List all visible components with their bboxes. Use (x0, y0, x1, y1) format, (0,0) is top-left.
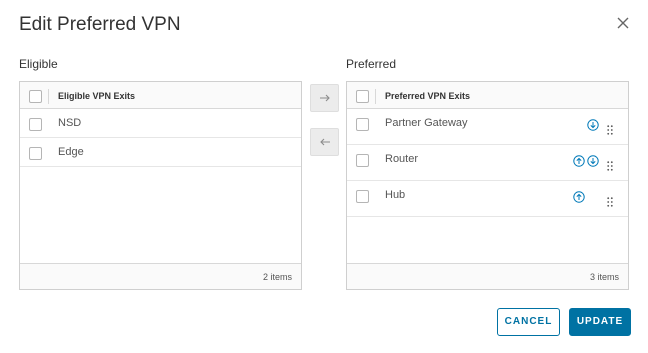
eligible-list-footer: 2 items (20, 263, 301, 289)
eligible-row-nsd[interactable]: NSD (20, 109, 301, 138)
arrow-right-icon (320, 94, 330, 102)
edit-preferred-vpn-dialog: Edit Preferred VPN Eligible Eligible VPN… (0, 0, 648, 353)
preferred-row-router[interactable]: Router (347, 145, 628, 181)
preferred-row-partner-gateway[interactable]: Partner Gateway (347, 109, 628, 145)
row-label: Hub (385, 189, 406, 201)
row-checkbox[interactable] (29, 147, 42, 160)
arrow-down-circle-icon[interactable] (587, 154, 599, 167)
header-divider (48, 89, 49, 104)
drag-handle-icon[interactable] (607, 158, 613, 171)
dialog-title: Edit Preferred VPN (19, 14, 181, 35)
preferred-list-header: Preferred VPN Exits (347, 82, 628, 109)
row-label: NSD (58, 117, 82, 129)
arrow-left-icon (320, 138, 330, 146)
row-checkbox[interactable] (356, 118, 369, 131)
preferred-row-hub[interactable]: Hub (347, 181, 628, 217)
close-icon[interactable] (616, 16, 636, 36)
eligible-list-header: Eligible VPN Exits (20, 82, 301, 109)
eligible-select-all-checkbox[interactable] (29, 90, 42, 103)
eligible-item-count: 2 items (262, 272, 292, 282)
move-right-button[interactable] (310, 84, 339, 112)
preferred-section-label: Preferred (346, 57, 397, 71)
row-checkbox[interactable] (356, 154, 369, 167)
arrow-up-circle-icon[interactable] (573, 154, 585, 167)
drag-handle-icon[interactable] (607, 122, 613, 135)
preferred-list-footer: 3 items (347, 263, 628, 289)
row-checkbox[interactable] (356, 190, 369, 203)
preferred-select-all-checkbox[interactable] (356, 90, 369, 103)
row-label: Router (385, 153, 419, 165)
eligible-list-panel: Eligible VPN Exits NSD Edge 2 items (19, 81, 302, 290)
row-checkbox[interactable] (29, 118, 42, 131)
move-left-button[interactable] (310, 128, 339, 156)
preferred-list-panel: Preferred VPN Exits Partner Gateway Rout… (346, 81, 629, 290)
preferred-item-count: 3 items (589, 272, 619, 282)
eligible-column-header: Eligible VPN Exits (58, 91, 136, 101)
arrow-up-circle-icon[interactable] (573, 190, 585, 203)
row-label: Partner Gateway (385, 117, 468, 129)
eligible-row-edge[interactable]: Edge (20, 138, 301, 167)
update-button[interactable]: UPDATE (569, 308, 631, 336)
preferred-column-header: Preferred VPN Exits (385, 91, 471, 101)
drag-handle-icon[interactable] (607, 194, 613, 207)
row-label: Edge (58, 146, 84, 158)
arrow-down-circle-icon[interactable] (587, 118, 599, 131)
header-divider (375, 89, 376, 104)
eligible-section-label: Eligible (19, 57, 58, 71)
cancel-button[interactable]: CANCEL (497, 308, 560, 336)
